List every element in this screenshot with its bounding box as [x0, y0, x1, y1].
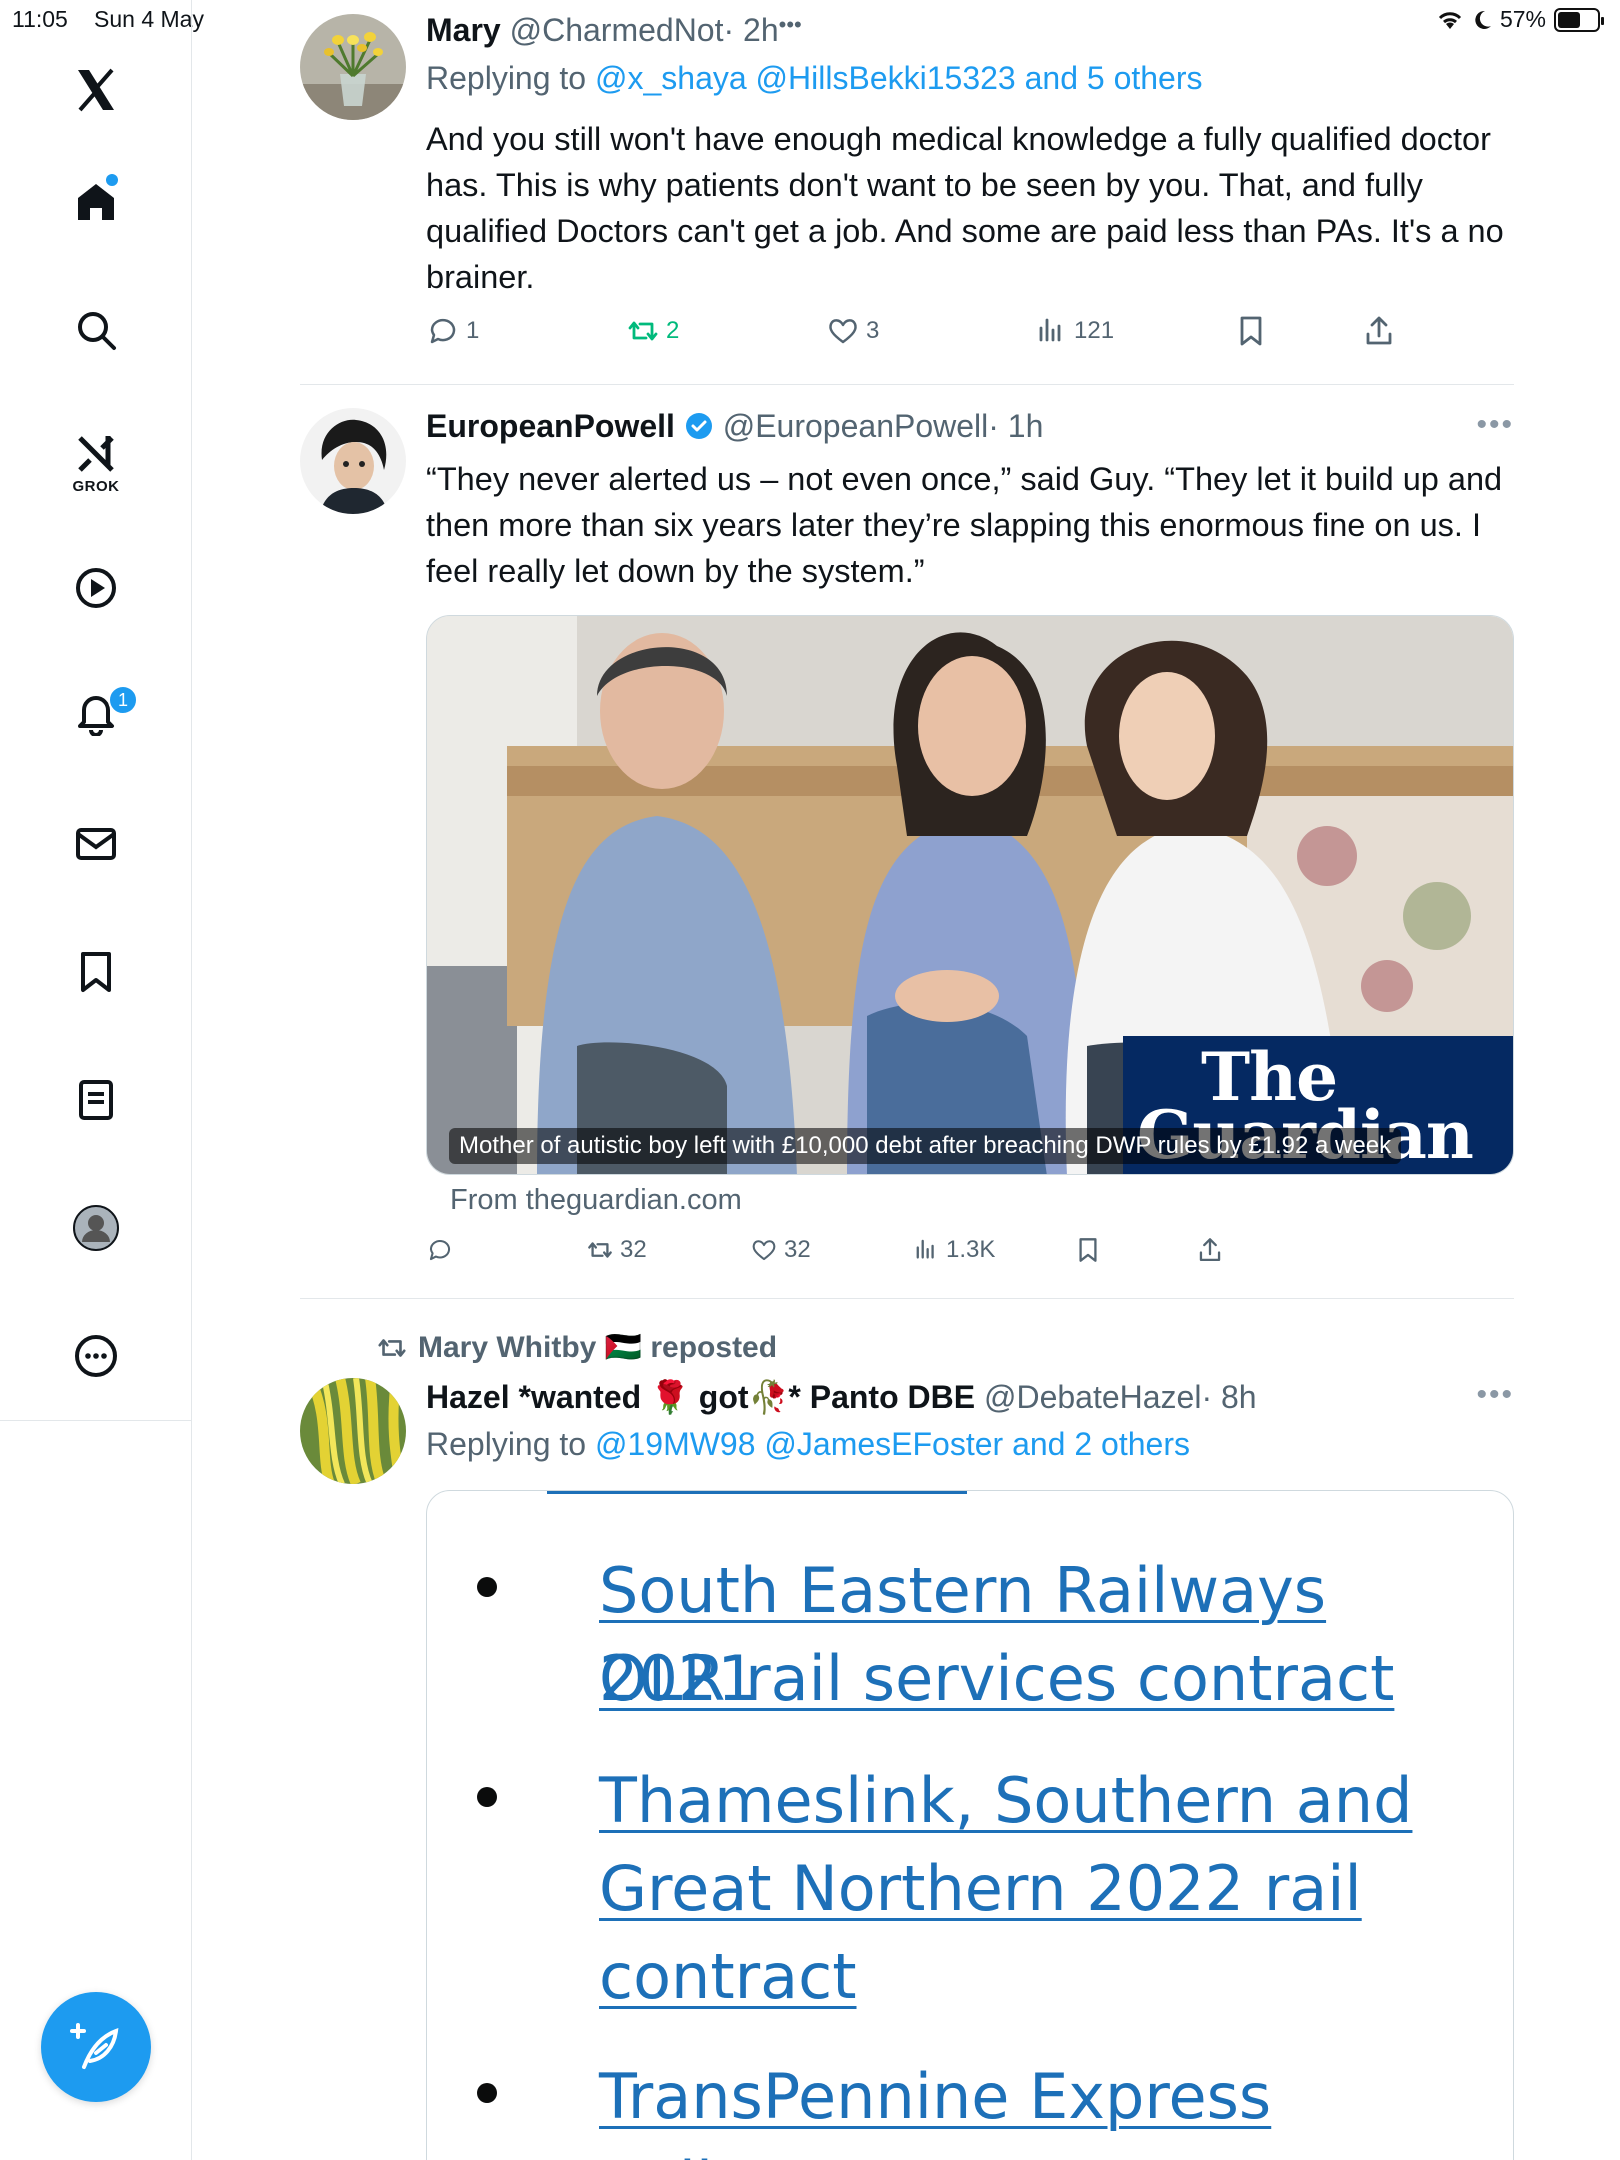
reply-button[interactable]	[426, 1236, 460, 1264]
tweet-time: · 8h	[1201, 1379, 1257, 1415]
author-name[interactable]: EuropeanPowell	[426, 408, 675, 444]
like-count: 32	[784, 1236, 811, 1263]
author-handle[interactable]: @DebateHazel	[984, 1379, 1201, 1415]
bullet	[477, 1787, 497, 1807]
notifications-badge: 1	[108, 685, 138, 715]
bookmark-icon	[1079, 1238, 1097, 1262]
bookmark-icon[interactable]	[62, 938, 130, 1006]
replying-to: Replying to @x_shaya @HillsBekki15323 an…	[426, 60, 1203, 97]
verified-badge-icon	[685, 413, 712, 439]
replying-links[interactable]: @x_shaya @HillsBekki15323 and 5 others	[595, 60, 1203, 96]
replying-links[interactable]: @19MW98 @JamesEFoster and 2 others	[595, 1426, 1190, 1462]
views-count: 1.3K	[946, 1236, 996, 1263]
author-name[interactable]: Mary	[426, 12, 501, 48]
more-icon[interactable]	[62, 1322, 130, 1390]
grok-label: GROK	[72, 478, 120, 495]
tweet-actions: 32 32 1.3K	[426, 1236, 1326, 1280]
repost-count: 2	[666, 317, 680, 344]
reposted-by-text: Mary Whitby 🇵🇸 reposted	[418, 1331, 778, 1364]
share-button[interactable]	[1196, 1236, 1224, 1264]
video-icon[interactable]	[62, 554, 130, 622]
tweet-hazel[interactable]: Hazel *wanted 🌹 got🥀* Panto DBE @DebateH…	[300, 1378, 1514, 1488]
more-dots-icon[interactable]: •••	[779, 12, 802, 37]
more-options-icon[interactable]: •••	[1476, 1378, 1514, 1412]
doc-link: TransPennine Express Railways	[599, 2060, 1272, 2160]
views-icon	[1039, 318, 1061, 342]
battery-icon	[1554, 7, 1604, 32]
tweet-mary[interactable]: Mary @CharmedNot· 2h••• Replying to @x_s…	[300, 12, 1514, 382]
doc-link: contract	[599, 1940, 857, 2013]
home-notification-dot	[106, 174, 118, 186]
heart-icon	[829, 319, 857, 344]
bookmark-button[interactable]	[1234, 314, 1268, 348]
home-icon[interactable]	[62, 168, 130, 236]
tweet-time: · 1h	[988, 408, 1044, 444]
avatar-hazel[interactable]	[300, 1378, 406, 1484]
document-image[interactable]: South Eastern Railways 2021 OLR rail ser…	[426, 1490, 1514, 2160]
views-button[interactable]: 121	[1034, 314, 1114, 348]
bullet	[477, 1577, 497, 1597]
repost-icon	[378, 1338, 406, 1357]
search-icon[interactable]	[62, 296, 130, 364]
doc-link-underline	[547, 1491, 967, 1494]
card-headline: Mother of autistic boy left with £10,000…	[449, 1128, 1402, 1164]
link-card[interactable]: The Guardian Mother of autistic boy left…	[426, 615, 1514, 1175]
heart-icon	[752, 1240, 776, 1261]
reply-icon	[430, 318, 456, 344]
share-icon	[1199, 1238, 1221, 1262]
mail-icon[interactable]	[62, 810, 130, 878]
sidebar: GROK 1	[0, 0, 192, 2160]
views-count: 121	[1074, 317, 1115, 344]
like-button[interactable]: 32	[750, 1236, 811, 1264]
tweet-text: “They never alerted us – not even once,”…	[426, 461, 1503, 589]
tweet-header: EuropeanPowell @EuropeanPowell· 1h	[426, 408, 1043, 445]
tweet-header: Mary @CharmedNot· 2h•••	[426, 12, 802, 49]
repost-button[interactable]: 2	[626, 314, 679, 348]
tweet-time: · 2h	[723, 12, 779, 48]
sidebar-divider	[0, 1420, 192, 1421]
views-icon	[916, 1239, 934, 1259]
profile-icon[interactable]	[62, 1194, 130, 1262]
repost-count: 32	[620, 1236, 647, 1263]
doc-link: Great Northern 2022 rail	[599, 1852, 1362, 1925]
battery-fill	[1558, 11, 1580, 28]
more-options-icon[interactable]: •••	[1476, 408, 1514, 442]
share-icon	[1366, 316, 1392, 345]
lists-icon[interactable]	[62, 1066, 130, 1134]
tweet-divider	[300, 1298, 1514, 1299]
card-source[interactable]: From theguardian.com	[450, 1184, 742, 1217]
replying-prefix: Replying to	[426, 60, 595, 96]
reply-icon	[429, 1240, 451, 1261]
avatar-europeanpowell[interactable]	[300, 408, 406, 514]
repost-icon	[588, 1242, 612, 1258]
reply-button[interactable]: 1	[426, 314, 479, 348]
views-button[interactable]: 1.3K	[912, 1236, 995, 1264]
like-button[interactable]: 3	[826, 314, 879, 348]
like-count: 3	[866, 317, 880, 344]
replying-to: Replying to @19MW98 @JamesEFoster and 2 …	[426, 1426, 1190, 1463]
author-name[interactable]: Hazel *wanted 🌹 got🥀* Panto DBE	[426, 1379, 975, 1415]
x-logo-icon[interactable]	[62, 56, 130, 124]
tweet-divider	[300, 384, 1514, 385]
replying-prefix: Replying to	[426, 1426, 595, 1462]
bookmark-button[interactable]	[1074, 1236, 1102, 1264]
bullet	[477, 2083, 497, 2103]
tweet-header: Hazel *wanted 🌹 got🥀* Panto DBE @DebateH…	[426, 1378, 1257, 1416]
avatar-mary[interactable]	[300, 14, 406, 120]
compose-feather-icon	[70, 2023, 119, 2069]
doc-link: Thameslink, Southern and	[599, 1764, 1413, 1837]
repost-icon	[628, 321, 658, 341]
tweet-actions: 1 2 3 121	[426, 314, 1406, 358]
reposted-by[interactable]: Mary Whitby 🇵🇸 reposted	[376, 1330, 777, 1365]
doc-link: OLR rail services contract	[599, 1642, 1395, 1715]
share-button[interactable]	[1362, 314, 1396, 348]
compose-button[interactable]	[41, 1992, 151, 2102]
tweet-text: And you still won't have enough medical …	[426, 121, 1504, 295]
author-handle[interactable]: @CharmedNot	[510, 12, 724, 48]
author-handle[interactable]: @EuropeanPowell	[723, 408, 989, 444]
reply-count: 1	[466, 317, 480, 344]
bookmark-icon	[1240, 316, 1262, 346]
repost-button[interactable]: 32	[586, 1236, 647, 1264]
